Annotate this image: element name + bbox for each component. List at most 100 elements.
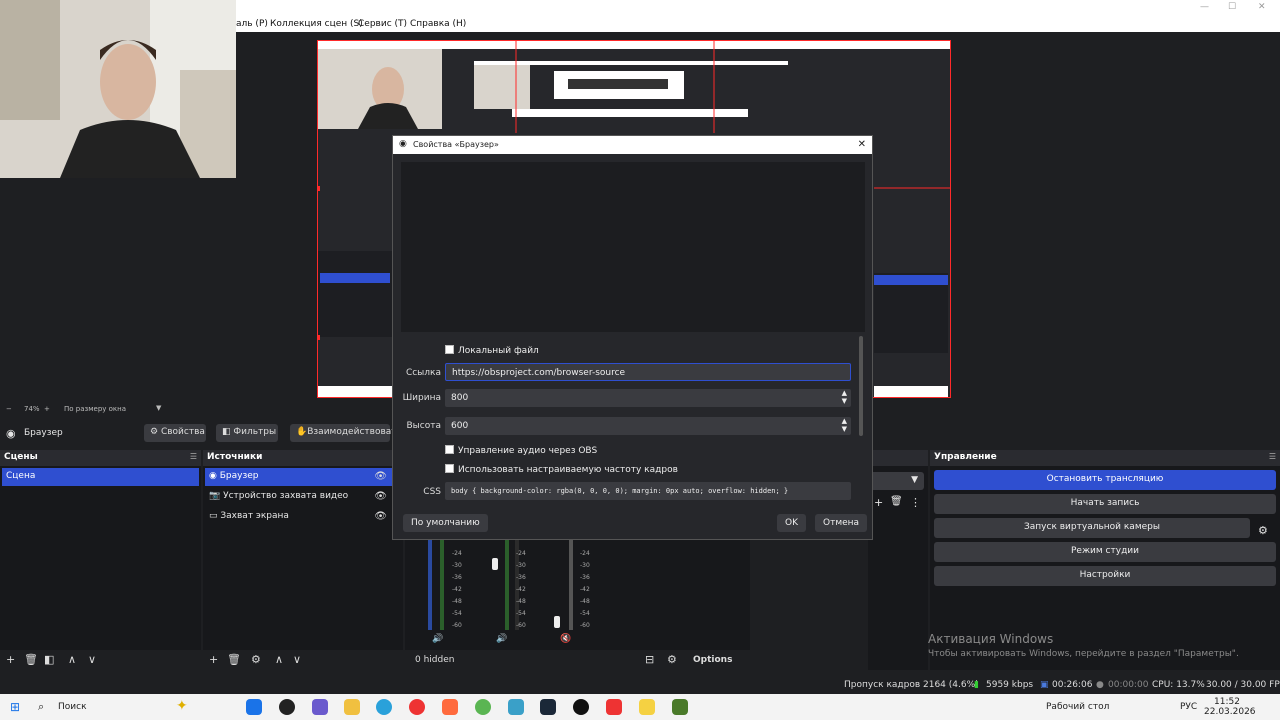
obs-icon[interactable] <box>573 699 589 715</box>
custom-fps-label: Использовать настраиваемую частоту кадро… <box>458 465 678 475</box>
filter-icon: ◧ <box>222 427 231 437</box>
yandex-browser-icon[interactable] <box>606 699 622 715</box>
close-icon[interactable]: ✕ <box>858 139 866 150</box>
desktop-label[interactable]: Рабочий стол <box>1046 702 1109 712</box>
chevron-down-icon[interactable]: ∨ <box>88 653 96 666</box>
taskbar-search[interactable]: Поиск <box>58 702 87 712</box>
start-recording-button[interactable]: Начать запись <box>934 494 1276 514</box>
gear-icon[interactable]: ⚙ <box>1258 524 1268 537</box>
options-button[interactable]: Options <box>693 655 732 665</box>
app-icon[interactable] <box>442 699 458 715</box>
zoom-mode[interactable]: По размеру окна <box>64 405 126 413</box>
filters-button[interactable]: ◧ Фильтры <box>216 424 278 442</box>
virtual-camera-button[interactable]: Запуск виртуальной камеры <box>934 518 1250 538</box>
gear-icon[interactable]: ⚙ <box>251 653 261 666</box>
more-icon[interactable]: ⋮ <box>910 496 921 509</box>
eye-icon[interactable]: 👁 <box>374 491 387 502</box>
scenes-dock-header: Сцены ☰ <box>0 450 201 466</box>
signal-icon: ▮ <box>974 680 979 690</box>
menu-item-profile[interactable]: аль (P) <box>236 19 268 29</box>
url-label: Ссылка <box>405 368 441 378</box>
close-icon[interactable]: ✕ <box>1258 2 1266 12</box>
language-indicator[interactable]: РУС <box>1180 702 1197 712</box>
chrome-icon[interactable] <box>475 699 491 715</box>
cancel-button[interactable]: Отмена <box>815 514 868 532</box>
dock-float-icon[interactable]: ☰ <box>190 452 197 461</box>
gear-icon[interactable]: ⚙ <box>667 653 677 666</box>
search-icon[interactable]: ⌕ <box>38 700 44 714</box>
source-item[interactable]: ◉ Браузер 👁 <box>205 468 401 486</box>
properties-label: Свойства <box>160 427 205 437</box>
audio-obs-checkbox[interactable]: Управление аудио через OBS <box>445 445 597 456</box>
speaker-icon[interactable]: 🔊 <box>496 634 507 644</box>
player-icon[interactable] <box>279 699 295 715</box>
zoom-percent: 74% <box>24 405 40 413</box>
add-icon[interactable]: + <box>209 653 218 666</box>
source-item[interactable]: 📷 Устройство захвата видео 👁 <box>205 488 401 506</box>
interact-button[interactable]: ✋Взаимодействовать <box>290 424 402 442</box>
scene-item[interactable]: Сцена <box>2 468 199 486</box>
settings-button[interactable]: Настройки <box>934 566 1276 586</box>
dialog-scrollbar[interactable] <box>859 336 863 436</box>
url-input[interactable]: https://obsproject.com/browser-source <box>445 363 851 381</box>
properties-button[interactable]: ⚙ Свойства <box>144 424 206 442</box>
trash-icon[interactable]: 🗑 <box>227 653 241 666</box>
maximize-icon[interactable]: ☐ <box>1228 2 1236 12</box>
trash-icon[interactable]: 🗑 <box>890 496 903 507</box>
volume-slider[interactable] <box>492 558 498 570</box>
scenes-dock: Сцены ☰ Сцена + 🗑 ◧ ∧ ∨ <box>0 450 201 670</box>
menu-item-help[interactable]: Справка (H) <box>410 19 466 29</box>
defaults-button[interactable]: По умолчанию <box>403 514 488 532</box>
zoom-minus-icon[interactable]: − <box>6 405 12 413</box>
stop-stream-button[interactable]: Остановить трансляцию <box>934 470 1276 490</box>
steam-icon[interactable] <box>540 699 556 715</box>
audio-obs-label: Управление аудио через OBS <box>458 446 598 456</box>
eye-icon[interactable]: 👁 <box>374 471 387 482</box>
clock-time[interactable]: 11:52 <box>1214 697 1240 707</box>
filter-icon[interactable]: ◧ <box>44 653 54 666</box>
windows-start-icon[interactable]: ⊞ <box>10 700 20 714</box>
app-icon[interactable] <box>639 699 655 715</box>
telegram-icon[interactable] <box>376 699 392 715</box>
zoom-plus-icon[interactable]: + <box>44 405 50 413</box>
dock-float-icon[interactable]: ☰ <box>1269 452 1276 461</box>
obs-icon: ◉ <box>399 139 407 149</box>
yandex-icon[interactable] <box>409 699 425 715</box>
add-icon[interactable]: + <box>874 496 883 509</box>
menu-item-scene-collection[interactable]: Коллекция сцен (S) <box>270 19 363 29</box>
edge-icon[interactable] <box>246 699 262 715</box>
ok-button[interactable]: OK <box>777 514 806 532</box>
chevron-down-icon[interactable]: ▼ <box>156 404 161 412</box>
height-stepper[interactable]: 600 ▲ ▼ <box>445 417 851 435</box>
app-icon[interactable] <box>312 699 328 715</box>
eye-icon[interactable]: 👁 <box>374 511 387 522</box>
folder-icon[interactable] <box>344 699 360 715</box>
layout-icon[interactable]: ⊟ <box>645 653 654 666</box>
sparkle-icon[interactable]: ✦ <box>176 698 188 714</box>
studio-mode-button[interactable]: Режим студии <box>934 542 1276 562</box>
minecraft-icon[interactable] <box>672 699 688 715</box>
status-bar: Пропуск кадров 2164 (4.6%) ▮ 5959 kbps ▣… <box>0 676 1280 694</box>
speaker-icon[interactable]: 🔊 <box>432 634 443 644</box>
volume-slider[interactable] <box>554 616 560 628</box>
clock-date[interactable]: 22.03.2026 <box>1204 707 1256 717</box>
chevron-up-icon[interactable]: ∧ <box>68 653 76 666</box>
sources-dock: Источники ◉ Браузер 👁 📷 Устройство захват… <box>203 450 403 670</box>
trash-icon[interactable]: 🗑 <box>24 653 38 666</box>
width-stepper[interactable]: 800 ▲ ▼ <box>445 389 851 407</box>
height-label: Высота <box>406 421 442 431</box>
custom-fps-checkbox[interactable]: Использовать настраиваемую частоту кадро… <box>445 464 678 475</box>
css-textarea[interactable]: body { background-color: rgba(0, 0, 0, 0… <box>445 482 851 500</box>
chevron-up-icon[interactable]: ∧ <box>275 653 283 666</box>
menu-item-tools[interactable]: Сервис (T) <box>358 19 407 29</box>
chevron-down-icon[interactable]: ∨ <box>293 653 301 666</box>
hand-icon: ✋ <box>296 427 308 437</box>
filters-label: Фильтры <box>233 427 277 437</box>
muted-speaker-icon[interactable]: 🔇 <box>560 634 571 644</box>
add-icon[interactable]: + <box>6 653 15 666</box>
transition-select[interactable]: ▼ <box>868 472 924 490</box>
source-item[interactable]: ▭ Захват экрана 👁 <box>205 508 401 526</box>
local-file-checkbox[interactable]: Локальный файл <box>445 345 539 356</box>
vpn-icon[interactable] <box>508 699 524 715</box>
minimize-icon[interactable]: — <box>1200 2 1209 12</box>
